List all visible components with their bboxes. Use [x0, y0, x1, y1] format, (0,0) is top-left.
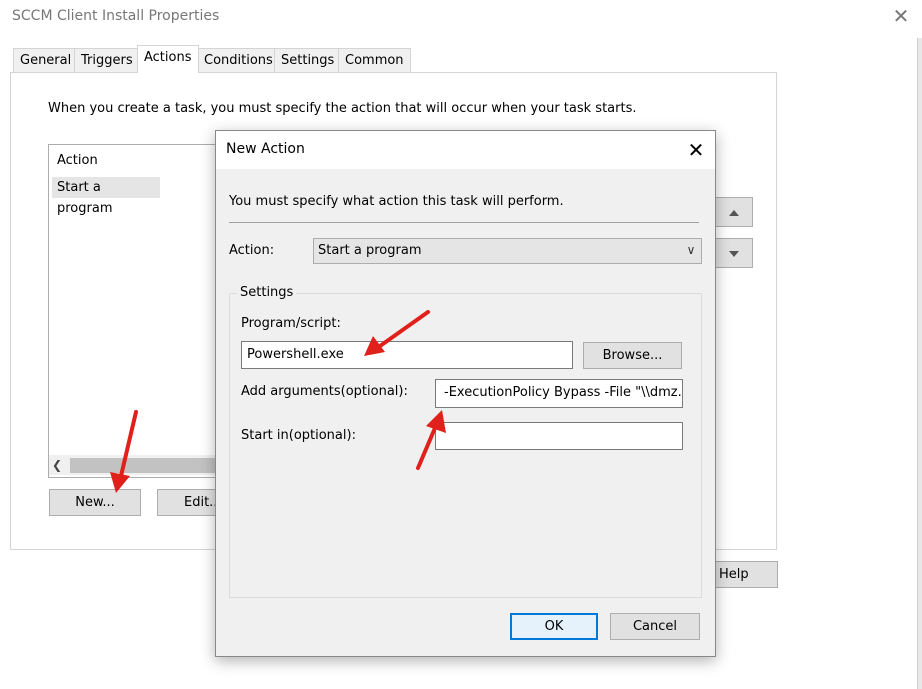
annotation-arrows [110, 310, 446, 493]
arrow-to-arguments-input-icon [416, 410, 446, 470]
arrow-to-program-input-icon [364, 310, 430, 356]
arrow-to-new-button-icon [110, 410, 138, 493]
